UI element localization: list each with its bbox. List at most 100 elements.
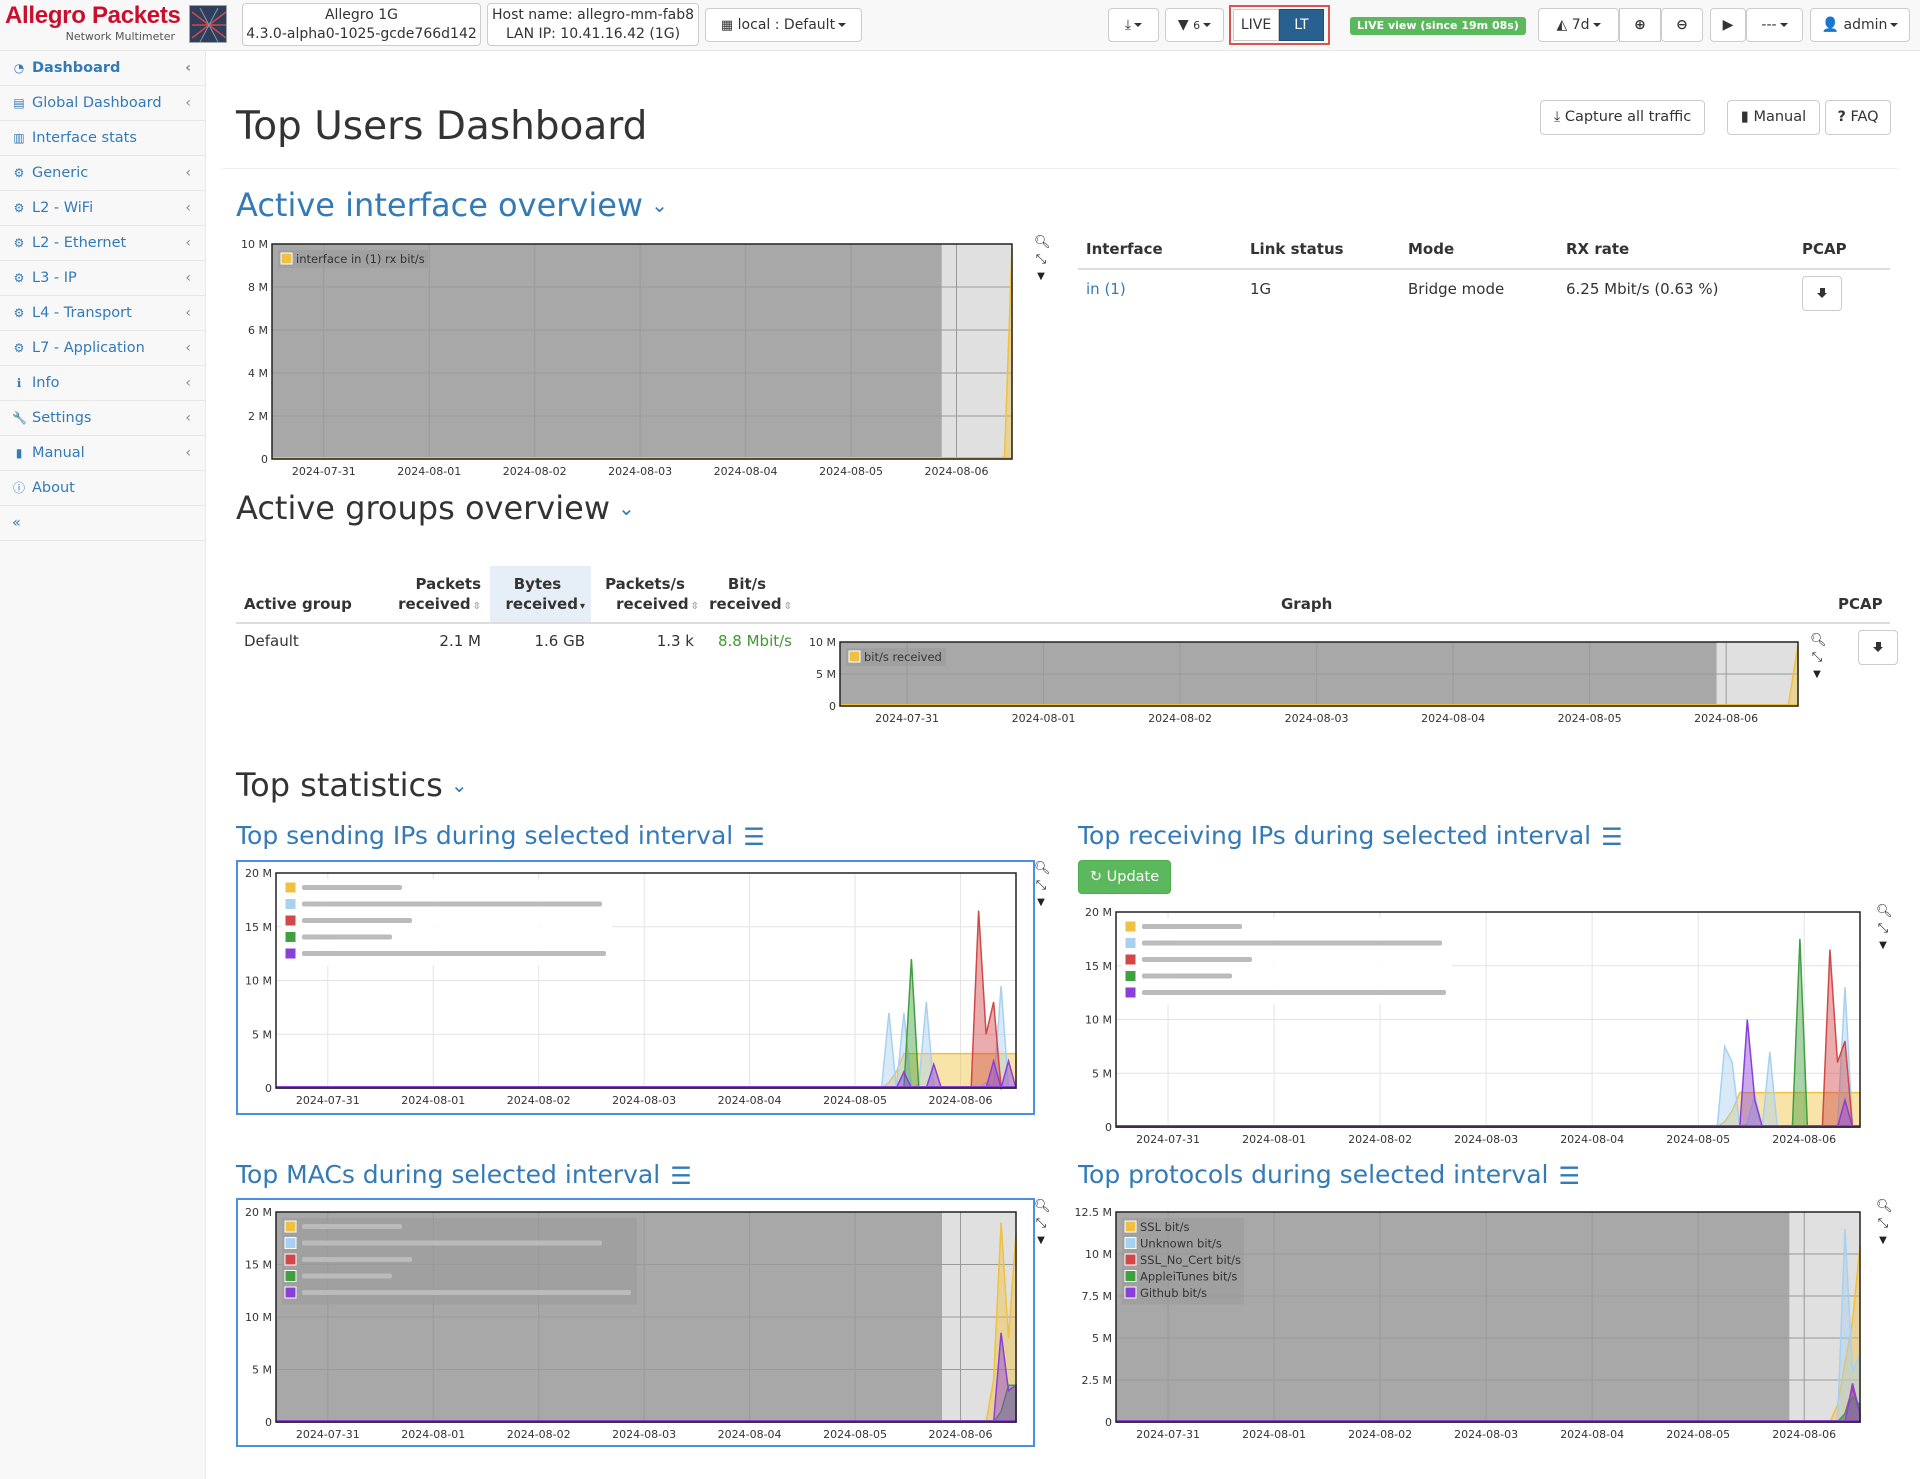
sidebar-item-about[interactable]: ⓘ About <box>0 471 205 506</box>
legend-label[interactable]: Github bit/s <box>1140 1286 1207 1300</box>
sidebar-item-info[interactable]: ℹ Info ‹ <box>0 366 205 401</box>
list-icon[interactable]: ☰ <box>743 823 765 851</box>
user-menu-button[interactable]: 👤 admin <box>1810 8 1910 42</box>
legend-swatch[interactable] <box>284 1220 297 1233</box>
top-protocols-chart[interactable]: 12.5 M 10 M 7.5 M 5 M 2.5 M 0 2024-07-31 2024-0… <box>1075 1204 1868 1444</box>
chart-menu-icon[interactable]: ▼ <box>1034 1234 1048 1248</box>
capture-all-traffic-button[interactable]: ⤓ Capture all traffic <box>1540 100 1705 135</box>
legend-swatch[interactable] <box>284 931 297 943</box>
live-button[interactable]: LIVE <box>1233 9 1279 41</box>
legend-swatch[interactable] <box>284 1286 297 1299</box>
legend-swatch[interactable] <box>1124 937 1137 949</box>
manual-button[interactable]: ▮ Manual <box>1727 100 1820 135</box>
zoom-icon[interactable]: 🔍︎ <box>1034 862 1051 876</box>
top-receiving-chart[interactable]: 20 M 15 M 10 M 5 M 0 2024-07-31 2024-08-01 2024… <box>1078 904 1868 1149</box>
top-protocols-title[interactable]: Top protocols during selected interval ☰ <box>1078 1160 1580 1190</box>
legend-swatch[interactable] <box>284 1270 297 1282</box>
list-icon[interactable]: ☰ <box>1601 823 1623 851</box>
legend-swatch[interactable] <box>1124 970 1137 982</box>
legend-label[interactable]: AppleiTunes bit/s <box>1140 1270 1237 1284</box>
faq-button[interactable]: ? FAQ <box>1825 100 1891 135</box>
interface-chart[interactable]: 10 M 8 M 6 M 4 M 2 M 0 2024-07-31 2024-08-01 202… <box>236 238 1036 480</box>
sidebar-item-dashboard[interactable]: ◔ Dashboard ‹ <box>0 51 205 86</box>
context-selector[interactable]: ▦ local : Default <box>705 8 862 42</box>
sidebar-item-generic[interactable]: ⚙ Generic ‹ <box>0 156 205 191</box>
interval-selector[interactable]: ◭ 7d <box>1538 8 1619 42</box>
zoom-in-button[interactable]: ⊕ <box>1619 8 1661 42</box>
list-icon[interactable]: ☰ <box>1558 1162 1580 1190</box>
sidebar-item-l7-application[interactable]: ⚙ L7 - Application ‹ <box>0 331 205 366</box>
zoom-out-button[interactable]: ⊖ <box>1661 8 1703 42</box>
zoom-icon[interactable]: 🔍︎ <box>1034 236 1051 250</box>
lt-button[interactable]: LT <box>1279 9 1324 41</box>
group-pcap-button[interactable] <box>1858 630 1898 665</box>
zoom-icon[interactable]: 🔍︎ <box>1810 634 1827 648</box>
sidebar-item-manual[interactable]: ▮ Manual ‹ <box>0 436 205 471</box>
legend-swatch[interactable] <box>1124 1253 1137 1266</box>
legend-label[interactable]: SSL bit/s <box>1140 1220 1190 1234</box>
chart-menu-icon[interactable]: ▼ <box>1810 668 1824 682</box>
chart-menu-icon[interactable]: ▼ <box>1034 270 1048 284</box>
interface-pcap-button[interactable] <box>1802 276 1842 311</box>
sidebar-item-l3-ip[interactable]: ⚙ L3 - IP ‹ <box>0 261 205 296</box>
chart-menu-icon[interactable]: ▼ <box>1876 939 1890 953</box>
sidebar-item-l2-wifi[interactable]: ⚙ L2 - WiFi ‹ <box>0 191 205 226</box>
legend-swatch[interactable] <box>284 881 297 894</box>
legend-swatch[interactable] <box>1124 1220 1137 1233</box>
sidebar-item-settings[interactable]: 🔧 Settings ‹ <box>0 401 205 436</box>
legend-label[interactable]: bit/s received <box>864 650 942 664</box>
compress-icon[interactable]: ⤡ <box>1876 922 1890 936</box>
update-button[interactable]: ↻ Update <box>1078 860 1171 894</box>
legend-swatch[interactable] <box>1124 920 1137 933</box>
top-sending-title[interactable]: Top sending IPs during selected interval… <box>236 821 765 851</box>
compress-icon[interactable]: ⤡ <box>1876 1217 1890 1231</box>
col-bits-per-second[interactable]: Bit/s received ⇳ <box>702 574 792 617</box>
brand-logo[interactable]: Allegro Packets Network Multimeter <box>5 2 181 46</box>
col-bytes-received[interactable]: Bytes received ▾ <box>490 574 586 617</box>
compress-icon[interactable]: ⤡ <box>1034 1217 1048 1231</box>
legend-swatch[interactable] <box>1124 1270 1137 1282</box>
legend-swatch[interactable] <box>848 650 861 663</box>
legend-swatch[interactable] <box>284 1237 297 1249</box>
compress-icon[interactable]: ⤡ <box>1810 651 1824 665</box>
top-macs-chart[interactable]: 20 M 15 M 10 M 5 M 0 2024-07-31 2024-08-01 2024… <box>240 1204 1020 1444</box>
sidebar-item-l2-ethernet[interactable]: ⚙ L2 - Ethernet ‹ <box>0 226 205 261</box>
filter-menu-button[interactable]: ▼ 6 <box>1165 8 1224 42</box>
replay-selector[interactable]: --- <box>1746 8 1803 42</box>
col-packets-received[interactable]: Packets received ⇳ <box>386 574 481 617</box>
top-statistics-toggle[interactable]: Top statistics ⌄ <box>236 766 468 804</box>
group-chart[interactable]: 10 M 5 M 0 2024-07-31 2024-08-01 2024-08-02 20… <box>800 636 1800 733</box>
compress-icon[interactable]: ⤡ <box>1034 253 1048 267</box>
legend-swatch[interactable] <box>280 252 293 265</box>
sidebar-collapse-button[interactable]: « <box>0 506 205 541</box>
top-macs-title[interactable]: Top MACs during selected interval ☰ <box>236 1160 692 1190</box>
legend-swatch[interactable] <box>1124 986 1137 999</box>
chart-menu-icon[interactable]: ▼ <box>1876 1234 1890 1248</box>
top-receiving-title[interactable]: Top receiving IPs during selected interv… <box>1078 821 1623 851</box>
interface-link[interactable]: in (1) <box>1086 280 1126 298</box>
legend-label[interactable]: SSL_No_Cert bit/s <box>1140 1253 1241 1267</box>
sidebar-item-interface-stats[interactable]: ▥ Interface stats <box>0 121 205 156</box>
zoom-icon[interactable]: 🔍︎ <box>1034 1200 1051 1214</box>
play-button[interactable]: ▶ <box>1710 8 1746 42</box>
legend-swatch[interactable] <box>284 914 297 927</box>
legend-swatch[interactable] <box>284 898 297 910</box>
top-sending-chart[interactable]: 20 M 15 M 10 M 5 M 0 2024-07-31 2024-08-01 2024… <box>240 865 1020 1110</box>
zoom-icon[interactable]: 🔍︎ <box>1876 905 1893 919</box>
interface-overview-toggle[interactable]: Active interface overview ⌄ <box>236 186 668 224</box>
compress-icon[interactable]: ⤡ <box>1034 879 1048 893</box>
sidebar-item-l4-transport[interactable]: ⚙ L4 - Transport ‹ <box>0 296 205 331</box>
legend-swatch[interactable] <box>284 1253 297 1266</box>
list-icon[interactable]: ☰ <box>670 1162 692 1190</box>
chart-menu-icon[interactable]: ▼ <box>1034 896 1048 910</box>
legend-swatch[interactable] <box>284 947 297 960</box>
sidebar-item-global-dashboard[interactable]: ▤ Global Dashboard ‹ <box>0 86 205 121</box>
legend-swatch[interactable] <box>1124 1237 1137 1249</box>
legend-label[interactable]: Unknown bit/s <box>1140 1237 1222 1251</box>
download-menu-button[interactable]: ⤓ <box>1108 8 1159 42</box>
legend-label[interactable]: interface in (1) rx bit/s <box>296 252 425 266</box>
col-packets-per-second[interactable]: Packets/s received ⇳ <box>591 574 699 617</box>
legend-swatch[interactable] <box>1124 1286 1137 1299</box>
legend-swatch[interactable] <box>1124 953 1137 966</box>
groups-overview-toggle[interactable]: Active groups overview ⌄ <box>236 489 635 527</box>
